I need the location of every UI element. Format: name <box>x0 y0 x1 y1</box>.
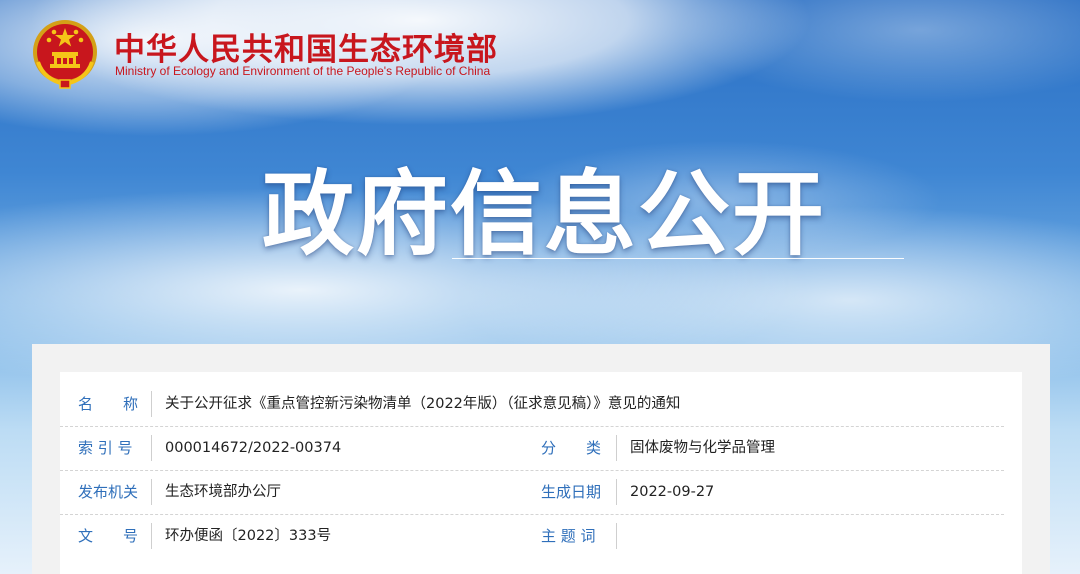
keywords-label: 主 题 词 <box>541 527 596 545</box>
title-underline <box>452 258 904 259</box>
category-label: 分 类 <box>541 439 602 457</box>
info-row-issuer: 发布机关 生态环境部办公厅 生成日期 2022-09-27 <box>60 470 1004 515</box>
org-name-en: Ministry of Ecology and Environment of t… <box>115 64 491 78</box>
info-row-doc-number: 文 号 环办便函〔2022〕333号 主 题 词 <box>60 514 1004 558</box>
date-value: 2022-09-27 <box>630 484 715 500</box>
national-emblem-icon <box>30 18 100 90</box>
index-label: 索 引 号 <box>78 439 133 457</box>
index-value: 000014672/2022-00374 <box>165 440 342 456</box>
issuer-value: 生态环境部办公厅 <box>165 484 281 500</box>
name-value[interactable]: 关于公开征求《重点管控新污染物清单（2022年版）（征求意见稿）》意见的通知 <box>165 382 680 426</box>
date-label: 生成日期 <box>541 483 602 501</box>
category-value: 固体废物与化学品管理 <box>630 440 775 456</box>
row-separator <box>151 435 152 461</box>
name-label: 名 称 <box>78 395 139 413</box>
info-row-index: 索 引 号 000014672/2022-00374 分 类 固体废物与化学品管… <box>60 426 1004 471</box>
row-separator <box>151 479 152 505</box>
row-separator <box>616 435 617 461</box>
info-row-name: 名 称 关于公开征求《重点管控新污染物清单（2022年版）（征求意见稿）》意见的… <box>60 382 1004 427</box>
row-separator <box>616 479 617 505</box>
doc-number-value: 环办便函〔2022〕333号 <box>165 528 332 544</box>
page-title: 政府信息公开 <box>262 161 827 268</box>
row-separator <box>151 391 152 417</box>
doc-number-label: 文 号 <box>78 527 139 545</box>
row-separator <box>151 523 152 549</box>
org-name-cn: 中华人民共和国生态环境部 <box>114 32 498 68</box>
row-separator <box>616 523 617 549</box>
issuer-label: 发布机关 <box>78 483 139 501</box>
